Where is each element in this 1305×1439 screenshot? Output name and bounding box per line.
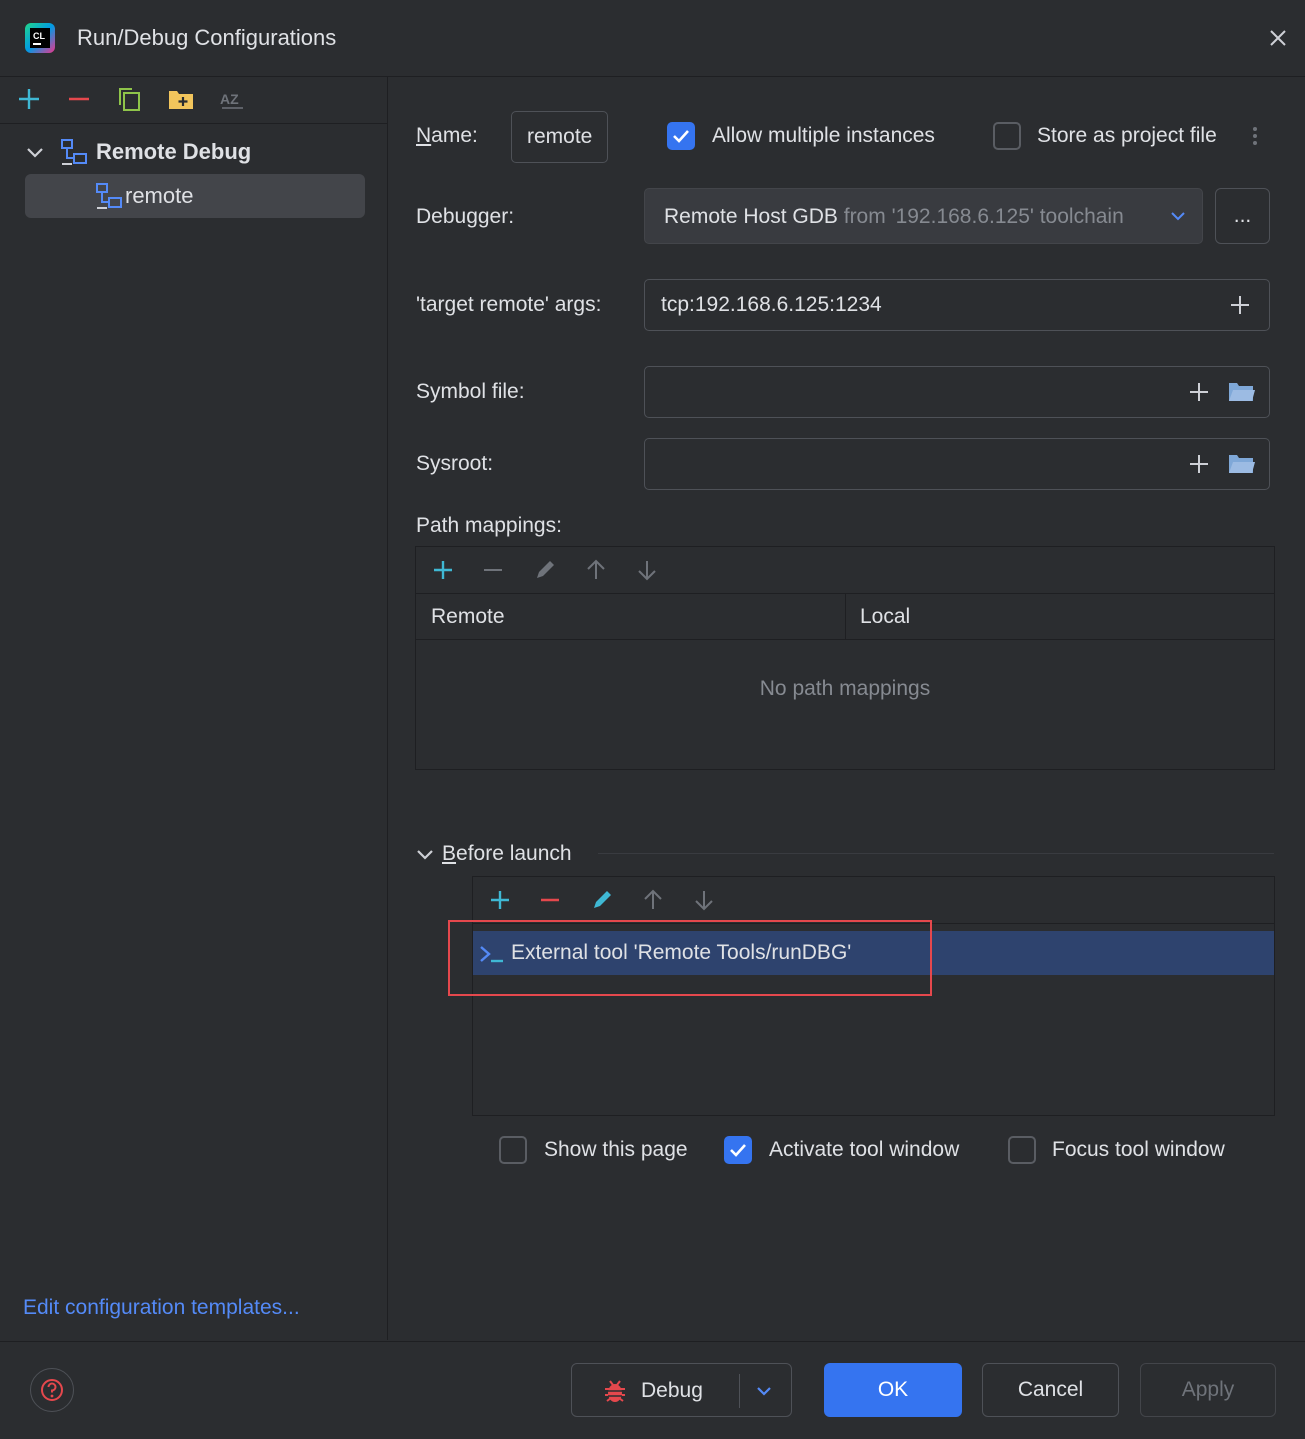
activate-tool-label: Activate tool window (769, 1138, 960, 1161)
plus-icon[interactable] (1189, 454, 1209, 480)
highlight-annotation (448, 920, 932, 996)
column-local[interactable]: Local (860, 605, 910, 629)
add-icon[interactable] (433, 560, 453, 586)
target-remote-label: 'target remote' args: (416, 293, 602, 316)
svg-text:AZ: AZ (220, 91, 239, 107)
arrow-up-icon[interactable] (642, 889, 664, 917)
before-launch-list: External tool 'Remote Tools/runDBG' (472, 876, 1275, 1116)
activate-tool-checkbox[interactable] (724, 1136, 752, 1164)
debugger-more-button[interactable]: ... (1215, 188, 1270, 244)
remove-icon[interactable] (540, 890, 560, 916)
show-page-checkbox[interactable] (499, 1136, 527, 1164)
folder-icon[interactable] (1228, 452, 1256, 482)
column-divider (845, 593, 846, 639)
arrow-down-icon[interactable] (693, 889, 715, 917)
plus-icon[interactable] (1230, 295, 1250, 321)
section-divider (598, 853, 1274, 854)
before-launch-label[interactable]: Before launch (442, 842, 572, 866)
debugger-label: Debugger: (416, 205, 515, 228)
remote-debug-icon (60, 138, 88, 166)
split-divider (739, 1374, 740, 1408)
ok-button[interactable]: OK (824, 1363, 962, 1417)
tree-item-remote[interactable]: remote (95, 182, 193, 210)
tree-item-label: remote (125, 183, 194, 208)
target-remote-input[interactable]: tcp:192.168.6.125:1234 (644, 279, 1270, 331)
cancel-button[interactable]: Cancel (982, 1363, 1119, 1417)
remove-icon[interactable] (66, 86, 92, 112)
focus-tool-checkbox[interactable] (1008, 1136, 1036, 1164)
column-remote[interactable]: Remote (431, 605, 505, 629)
clion-app-icon: CL (25, 23, 55, 53)
copy-icon[interactable] (116, 86, 142, 112)
debugger-value: Remote Host GDB from '192.168.6.125' too… (664, 205, 1124, 228)
svg-text:CL: CL (33, 31, 45, 41)
name-label-text: ame: (431, 124, 478, 147)
edit-icon[interactable] (590, 888, 614, 918)
empty-state-text: No path mappings (759, 677, 931, 700)
remove-icon[interactable] (483, 560, 503, 586)
debugger-select[interactable]: Remote Host GDB from '192.168.6.125' too… (644, 188, 1203, 244)
plus-icon[interactable] (1189, 382, 1209, 408)
name-input-value: remote (527, 125, 593, 148)
sysroot-label: Sysroot: (416, 452, 494, 475)
close-icon[interactable] (1266, 26, 1290, 50)
folder-icon[interactable] (1228, 380, 1256, 410)
configurations-sidebar (0, 77, 388, 1340)
sort-az-icon[interactable]: AZ (219, 86, 245, 112)
allow-multiple-checkbox[interactable] (667, 122, 695, 150)
more-options-icon[interactable] (1251, 125, 1259, 149)
edit-icon[interactable] (533, 558, 557, 588)
before-launch-toolbar (473, 877, 1274, 924)
path-mappings-label: Path mappings: (416, 514, 562, 537)
tree-group-remote-debug[interactable]: Remote Debug (24, 138, 251, 166)
add-icon[interactable] (16, 86, 42, 112)
debug-button[interactable]: Debug (571, 1363, 792, 1417)
help-button[interactable] (30, 1368, 74, 1412)
symbol-file-label: Symbol file: (416, 380, 525, 403)
edit-templates-link[interactable]: Edit configuration templates... (23, 1296, 300, 1320)
arrow-down-icon[interactable] (636, 559, 658, 587)
add-icon[interactable] (490, 890, 510, 916)
allow-multiple-label: Allow multiple instances (712, 124, 935, 147)
target-remote-value: tcp:192.168.6.125:1234 (661, 293, 882, 316)
debug-button-label: Debug (641, 1379, 703, 1402)
tree-item-selected[interactable] (25, 174, 365, 218)
chevron-down-icon[interactable] (24, 141, 46, 163)
symbol-file-input[interactable] (644, 366, 1270, 418)
name-input[interactable]: remote (511, 111, 608, 163)
chevron-down-icon[interactable] (755, 1382, 773, 1406)
help-icon (40, 1378, 64, 1408)
bug-icon (603, 1378, 627, 1410)
sysroot-input[interactable] (644, 438, 1270, 490)
path-mappings-table: Remote Local No path mappings (415, 546, 1275, 770)
remote-debug-icon (95, 182, 123, 210)
chevron-down-icon[interactable] (414, 843, 436, 865)
focus-tool-label: Focus tool window (1052, 1138, 1225, 1161)
tree-group-label: Remote Debug (96, 139, 252, 164)
folder-add-icon[interactable] (167, 86, 193, 112)
window-title: Run/Debug Configurations (77, 25, 337, 50)
arrow-up-icon[interactable] (585, 559, 607, 587)
apply-button[interactable]: Apply (1140, 1363, 1276, 1417)
path-mappings-toolbar (416, 547, 1274, 594)
store-project-checkbox[interactable] (993, 122, 1021, 150)
store-project-label: Store as project file (1037, 124, 1217, 147)
name-label: Name: (416, 124, 478, 147)
show-page-label: Show this page (544, 1138, 688, 1161)
path-mappings-header: Remote Local (416, 593, 1274, 640)
chevron-down-icon (1169, 207, 1187, 231)
